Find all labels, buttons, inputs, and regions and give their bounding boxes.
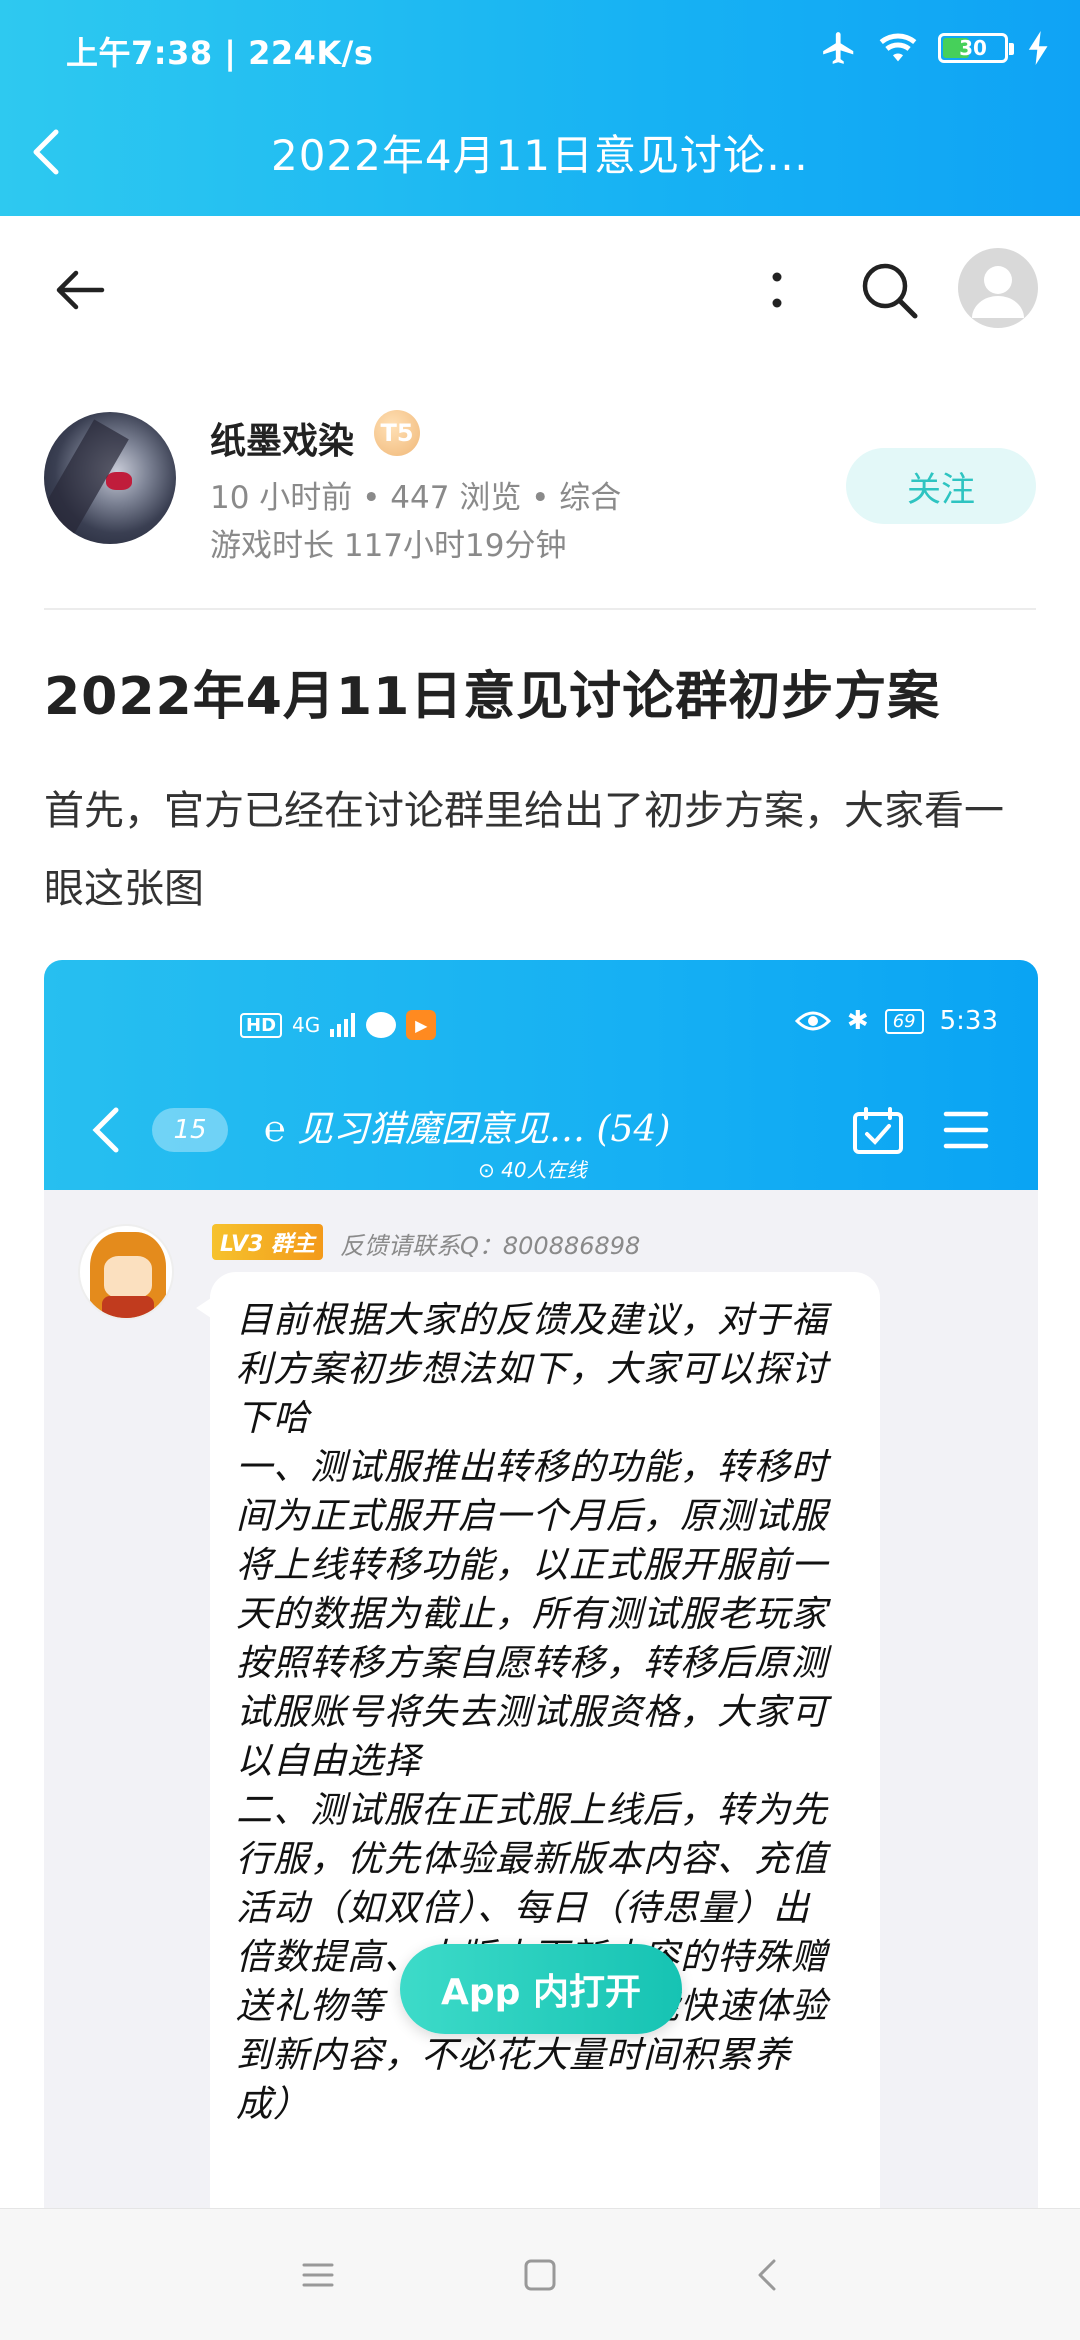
image-network-label: 4G [292, 1013, 321, 1037]
status-time: 上午7:38 | 224K/s [66, 34, 374, 72]
image-contact-line: 反馈请联系Q：800886898 [340, 1232, 641, 1260]
user-avatar-icon[interactable] [958, 248, 1038, 328]
image-member-count: (54) [596, 1109, 671, 1150]
image-message-bubble: 目前根据大家的反馈及建议，对于福利方案初步想法如下，大家可以探讨下哈 一、测试服… [196, 1272, 880, 2210]
back-triangle-icon[interactable] [746, 2253, 790, 2297]
back-arrow-icon[interactable] [50, 260, 110, 320]
image-signal-icon [330, 1013, 356, 1037]
image-nav: 15 ℮ 见习猎魔团意见… (54) ⊙ 40人在线 [44, 1080, 1038, 1182]
charging-icon [1028, 31, 1048, 65]
system-nav-bar [0, 2208, 1080, 2340]
author-playtime: 游戏时长 117小时19分钟 [210, 528, 567, 564]
post-body: 首先，官方已经在讨论群里给出了初步方案，大家看一眼这张图 [44, 788, 1004, 912]
post-meta: 10 小时前 • 447 浏览 • 综合 [210, 480, 622, 516]
image-battery: 69 [884, 1008, 924, 1034]
image-back-icon [92, 1107, 119, 1153]
open-in-app-button[interactable]: App 内打开 [400, 1944, 682, 2034]
title-bar: 2022年4月11日意见讨论… [0, 100, 1080, 216]
image-group-name: 见习猎魔团意见… [297, 1109, 586, 1150]
web-header [0, 216, 1080, 356]
image-status-right: ✱ 69 5:33 [794, 1006, 998, 1036]
divider [44, 608, 1036, 610]
status-icons: 30 [820, 28, 1050, 68]
image-chat-header: HD 4G ▶ ✱ 69 5:33 15 ℮ 见习猎魔团意见… (54) ⊙ 4… [44, 960, 1038, 1190]
image-calendar-icon [853, 1107, 903, 1154]
image-menu-icon [943, 1111, 989, 1149]
follow-button[interactable]: 关注 [846, 448, 1036, 524]
image-bluetooth-icon: ✱ [846, 1006, 869, 1036]
image-online-count: ⊙ 40人在线 [478, 1158, 587, 1182]
image-eye-icon [794, 1011, 831, 1031]
image-status-left: HD 4G ▶ [240, 1010, 437, 1040]
image-play-icon: ▶ [406, 1010, 437, 1040]
image-group-title: ℮ 见习猎魔团意见… (54) [264, 1100, 670, 1152]
home-square-icon[interactable] [518, 2253, 562, 2297]
wifi-icon [879, 33, 917, 62]
more-vertical-icon[interactable] [762, 260, 792, 320]
author-level-badge: T5 [374, 410, 420, 456]
image-wechat-icon [366, 1012, 397, 1038]
image-sender-avatar [78, 1224, 174, 1320]
image-time: 5:33 [939, 1006, 998, 1036]
post-title: 2022年4月11日意见讨论群初步方案 [44, 667, 941, 727]
image-unread-count: 15 [152, 1108, 228, 1152]
page-title: 2022年4月11日意见讨论… [270, 131, 810, 180]
search-icon[interactable] [855, 256, 925, 326]
author-name[interactable]: 纸墨戏染 [210, 412, 354, 464]
recents-menu-icon[interactable] [296, 2253, 340, 2297]
airplane-icon [823, 32, 854, 64]
image-ear-icon: ℮ [264, 1109, 298, 1150]
status-bar: 上午7:38 | 224K/s 30 [0, 0, 1080, 100]
author-avatar[interactable] [44, 412, 176, 544]
author-card: 纸墨戏染 T5 10 小时前 • 447 浏览 • 综合 游戏时长 117小时1… [0, 400, 1080, 580]
battery-icon: 30 [938, 33, 1014, 63]
image-member-tag: LV3 群主 [212, 1224, 323, 1260]
app-header: 上午7:38 | 224K/s 30 2022年4月11日意见讨论… [0, 0, 1080, 216]
image-hd-badge: HD [240, 1012, 283, 1038]
